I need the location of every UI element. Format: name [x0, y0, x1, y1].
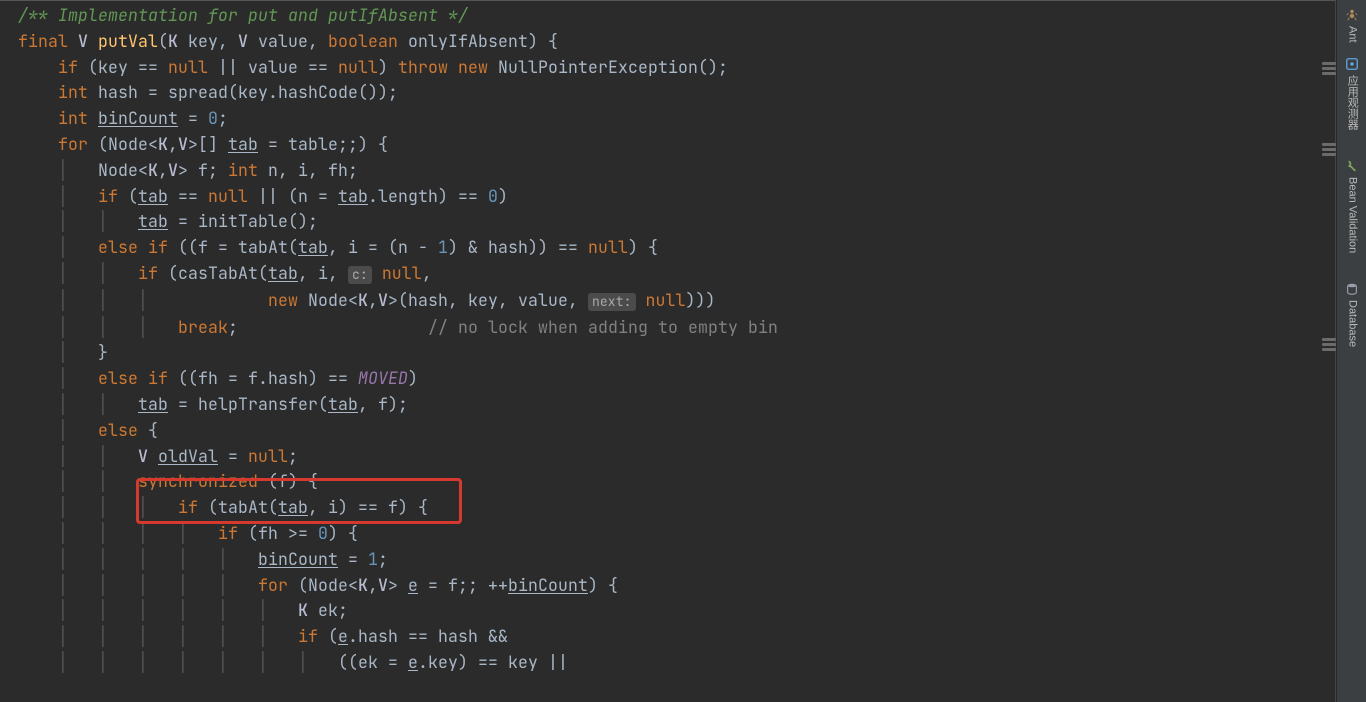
tool-window-ant[interactable]: Ant — [1343, 8, 1361, 43]
tool-window-bean-validation[interactable]: Bean Validation — [1343, 159, 1361, 253]
error-stripe[interactable] — [1322, 0, 1336, 702]
tool-window-observer[interactable]: 应用观测器 — [1343, 57, 1361, 130]
right-tool-window-bar: Ant 应用观测器 Bean Validation Database — [1336, 0, 1366, 702]
ant-icon — [1345, 8, 1359, 22]
tool-window-database[interactable]: Database — [1343, 282, 1361, 347]
code-editor[interactable]: /** Implementation for put and putIfAbse… — [0, 0, 1336, 702]
observer-icon — [1345, 57, 1359, 71]
bean-icon — [1345, 159, 1359, 173]
code-content: /** Implementation for put and putIfAbse… — [18, 3, 1335, 676]
database-icon — [1345, 282, 1359, 296]
